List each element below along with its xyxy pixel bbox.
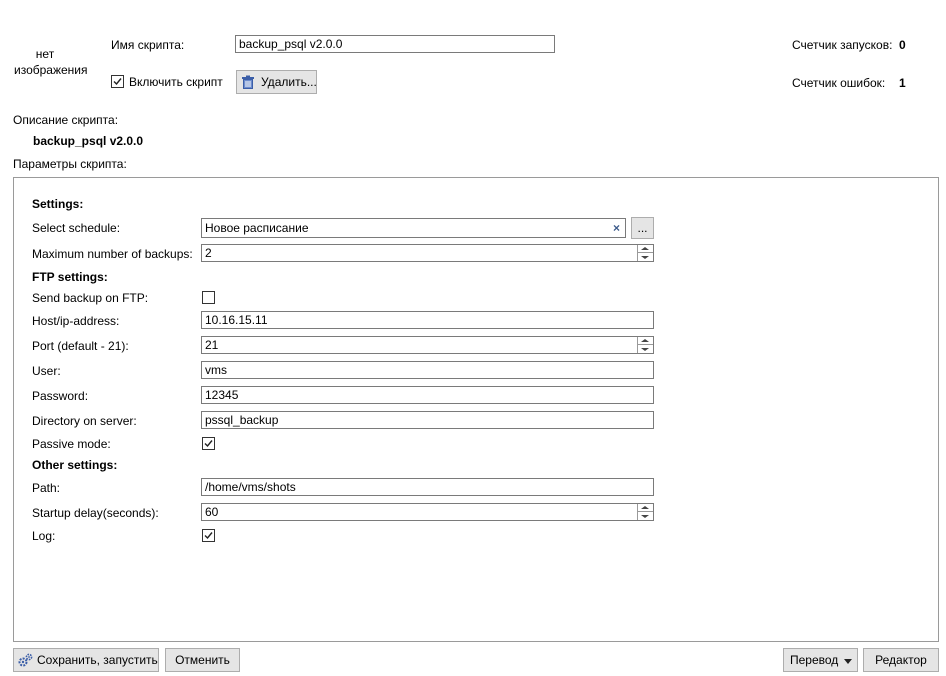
log-label: Log: [32, 529, 56, 543]
max-backups-spinner[interactable] [637, 245, 653, 261]
schedule-more-button[interactable]: ... [631, 217, 654, 239]
enable-script-checkbox[interactable] [111, 75, 124, 88]
script-name-label: Имя скрипта: [111, 38, 185, 52]
delay-label: Startup delay(seconds): [32, 506, 159, 520]
delay-input[interactable]: 60 [201, 503, 654, 521]
translate-button-label: Перевод [790, 653, 839, 667]
run-counter-label: Счетчик запусков: [792, 38, 893, 52]
other-heading: Other settings: [32, 458, 118, 472]
schedule-value: Новое расписание [205, 221, 309, 235]
delay-value: 60 [205, 505, 219, 519]
delete-button-label: Удалить... [261, 75, 317, 89]
delay-spinner[interactable] [637, 504, 653, 520]
host-label: Host/ip-address: [32, 314, 120, 328]
send-ftp-label: Send backup on FTP: [32, 291, 149, 305]
params-label: Параметры скрипта: [13, 157, 127, 171]
delete-button[interactable]: Удалить... [236, 70, 317, 94]
port-label: Port (default - 21): [32, 339, 129, 353]
description-label: Описание скрипта: [13, 113, 119, 127]
checkmark-icon [113, 78, 122, 86]
port-value: 21 [205, 338, 219, 352]
no-image-placeholder: нет изображения [14, 47, 88, 77]
schedule-label: Select schedule: [32, 221, 121, 235]
user-label: User: [32, 364, 61, 378]
translate-dropdown-button[interactable]: Перевод [783, 648, 858, 672]
passive-checkbox[interactable] [202, 437, 215, 450]
clear-icon[interactable]: × [613, 219, 620, 237]
save-run-button-label: Сохранить, запустить [37, 653, 158, 667]
password-input[interactable]: 12345 [201, 386, 654, 404]
schedule-select[interactable]: Новое расписание × [201, 218, 626, 238]
run-counter-value: 0 [899, 38, 906, 52]
error-counter-value: 1 [899, 76, 906, 90]
path-input[interactable]: /home/vms/shots [201, 478, 654, 496]
max-backups-value: 2 [205, 246, 212, 260]
ftp-heading: FTP settings: [32, 270, 108, 284]
user-input[interactable]: vms [201, 361, 654, 379]
trash-icon [242, 75, 254, 89]
host-input[interactable]: 10.16.15.11 [201, 311, 654, 329]
checkmark-icon [204, 532, 213, 540]
passive-label: Passive mode: [32, 437, 111, 451]
cancel-button[interactable]: Отменить [165, 648, 240, 672]
editor-button[interactable]: Редактор [863, 648, 939, 672]
save-run-button[interactable]: Сохранить, запустить [13, 648, 159, 672]
description-value: backup_psql v2.0.0 [33, 134, 144, 148]
checkmark-icon [204, 440, 213, 448]
enable-script-label: Включить скрипт [129, 75, 223, 89]
password-label: Password: [32, 389, 89, 403]
send-ftp-checkbox[interactable] [202, 291, 215, 304]
path-label: Path: [32, 481, 61, 495]
settings-heading: Settings: [32, 197, 84, 211]
directory-input[interactable]: pssql_backup [201, 411, 654, 429]
script-name-input[interactable]: backup_psql v2.0.0 [235, 35, 555, 53]
max-backups-label: Maximum number of backups: [32, 247, 193, 261]
port-input[interactable]: 21 [201, 336, 654, 354]
port-spinner[interactable] [637, 337, 653, 353]
max-backups-input[interactable]: 2 [201, 244, 654, 262]
chevron-down-icon [844, 659, 852, 664]
directory-label: Directory on server: [32, 414, 137, 428]
log-checkbox[interactable] [202, 529, 215, 542]
gears-icon [18, 653, 33, 667]
error-counter-label: Счетчик ошибок: [792, 76, 886, 90]
